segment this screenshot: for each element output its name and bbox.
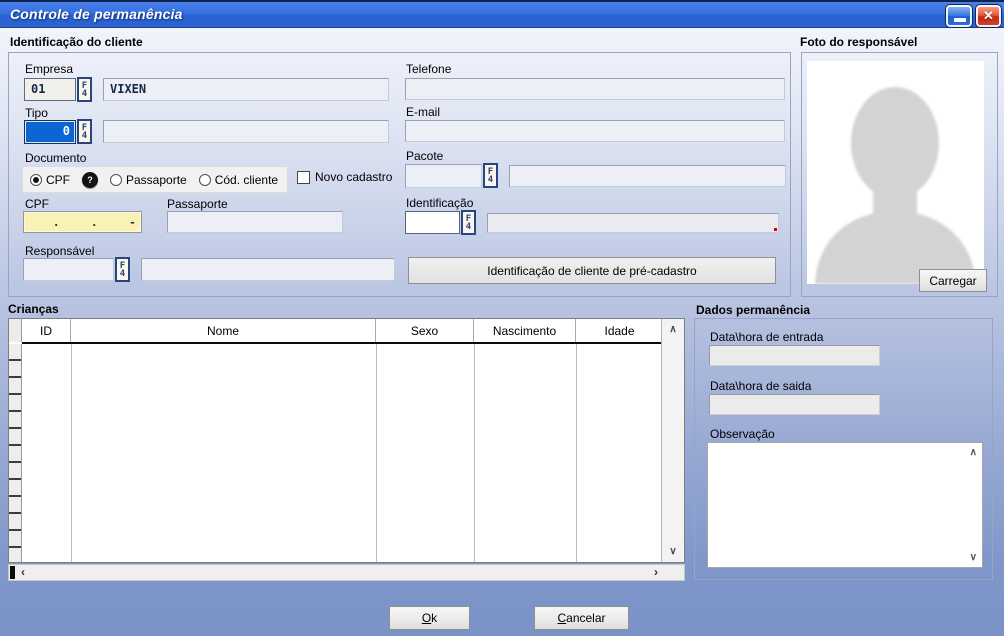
empresa-name-field[interactable]: VIXEN [103, 78, 389, 101]
minimize-button[interactable] [945, 4, 973, 28]
carregar-button[interactable]: Carregar [919, 269, 987, 292]
email-input[interactable] [405, 120, 785, 142]
observacao-textarea[interactable]: ∧ ∨ [707, 442, 983, 568]
group-label-identificacao: Identificação do cliente [10, 35, 143, 49]
close-button[interactable]: ✕ [975, 4, 1002, 28]
group-label-foto: Foto do responsável [800, 35, 917, 49]
radio-passaporte[interactable]: Passaporte [110, 173, 187, 187]
column-separator [576, 344, 577, 562]
criancas-grid[interactable]: ID Nome Sexo Nascimento Idade ∧ ∨ [8, 318, 685, 563]
help-icon[interactable]: ? [82, 172, 98, 188]
empresa-label: Empresa [25, 62, 73, 76]
identificacao-label: Identificação [406, 196, 473, 210]
documento-label: Documento [25, 151, 86, 165]
tipo-f4-lookup-button[interactable]: F4 [77, 119, 92, 144]
radio-button-icon [110, 174, 122, 186]
telefone-input[interactable] [405, 78, 785, 100]
passaporte-label: Passaporte [167, 197, 228, 211]
column-header-sexo[interactable]: Sexo [376, 319, 474, 342]
group-label-criancas: Crianças [8, 302, 59, 316]
person-silhouette-icon [807, 61, 984, 284]
scroll-right-icon[interactable]: › [654, 565, 658, 580]
client-area: Identificação do cliente Empresa 01 F4 V… [0, 28, 1004, 636]
pacote-name-field[interactable] [509, 165, 786, 187]
saida-input[interactable] [709, 394, 880, 415]
radio-button-icon [199, 174, 211, 186]
scroll-down-icon[interactable]: ∨ [970, 552, 977, 563]
scroll-up-icon[interactable]: ∧ [662, 324, 684, 335]
pacote-label: Pacote [406, 149, 443, 163]
titlebar[interactable]: Controle de permanência ✕ [0, 0, 1004, 28]
cpf-label: CPF [25, 197, 49, 211]
scroll-left-icon[interactable]: ‹ [21, 565, 25, 580]
responsavel-code-input[interactable] [23, 258, 114, 281]
identificacao-name-field[interactable] [487, 213, 779, 233]
radio-cod-cliente[interactable]: Cód. cliente [199, 173, 278, 187]
grid-vertical-scrollbar[interactable]: ∧ ∨ [661, 319, 684, 562]
identificacao-f4-lookup-button[interactable]: F4 [461, 210, 476, 235]
ok-button[interactable]: Ok [389, 606, 470, 630]
novo-cadastro-checkbox[interactable]: Novo cadastro [297, 170, 392, 184]
grid-indicator-header [9, 319, 22, 342]
checkbox-icon [297, 171, 310, 184]
scrollbar-thumb[interactable] [10, 566, 15, 579]
radio-button-icon [30, 174, 42, 186]
entrada-label: Data\hora de entrada [710, 330, 823, 344]
tipo-label: Tipo [25, 106, 48, 120]
column-separator [71, 344, 72, 562]
column-separator [474, 344, 475, 562]
observacao-label: Observação [710, 427, 775, 441]
email-label: E-mail [406, 105, 440, 119]
grid-header-row: ID Nome Sexo Nascimento Idade [9, 319, 684, 342]
telefone-label: Telefone [406, 62, 451, 76]
empresa-code-input[interactable]: 01 [24, 78, 76, 101]
column-header-id[interactable]: ID [22, 319, 71, 342]
close-icon: ✕ [983, 8, 994, 23]
responsavel-label: Responsável [25, 244, 94, 258]
passaporte-input[interactable] [167, 211, 343, 233]
header-underline [22, 342, 662, 344]
pacote-f4-lookup-button[interactable]: F4 [483, 163, 498, 188]
column-header-idade[interactable]: Idade [576, 319, 663, 342]
identificacao-code-input[interactable] [405, 211, 460, 234]
column-header-nome[interactable]: Nome [71, 319, 376, 342]
responsavel-f4-lookup-button[interactable]: F4 [115, 257, 130, 282]
grid-row-indicator-column [9, 344, 22, 562]
scroll-down-icon[interactable]: ∨ [662, 546, 684, 557]
grid-horizontal-scrollbar[interactable]: ‹ › [8, 564, 685, 581]
entrada-input[interactable] [709, 345, 880, 366]
scroll-up-icon[interactable]: ∧ [970, 447, 977, 458]
responsavel-photo [807, 61, 984, 284]
column-header-nascimento[interactable]: Nascimento [474, 319, 576, 342]
empresa-f4-lookup-button[interactable]: F4 [77, 77, 92, 102]
radio-cpf[interactable]: CPF [30, 173, 70, 187]
saida-label: Data\hora de saida [710, 379, 811, 393]
column-separator [376, 344, 377, 562]
validation-dot [774, 228, 777, 231]
precadastro-button[interactable]: Identificação de cliente de pré-cadastro [408, 257, 776, 284]
cancelar-button[interactable]: Cancelar [534, 606, 629, 630]
tipo-name-field[interactable] [103, 120, 389, 143]
documento-radio-group: CPF ? Passaporte Cód. cliente [22, 166, 288, 193]
window-title: Controle de permanência [10, 6, 183, 22]
cpf-input[interactable]: . . - [23, 211, 142, 233]
group-label-dados: Dados permanência [696, 303, 810, 317]
tipo-code-input[interactable]: 0 [24, 120, 76, 144]
responsavel-name-field[interactable] [141, 258, 395, 281]
pacote-code-input[interactable] [405, 164, 482, 188]
minimize-icon [954, 18, 966, 22]
dialog-window: Controle de permanência ✕ Identificação … [0, 0, 1004, 636]
